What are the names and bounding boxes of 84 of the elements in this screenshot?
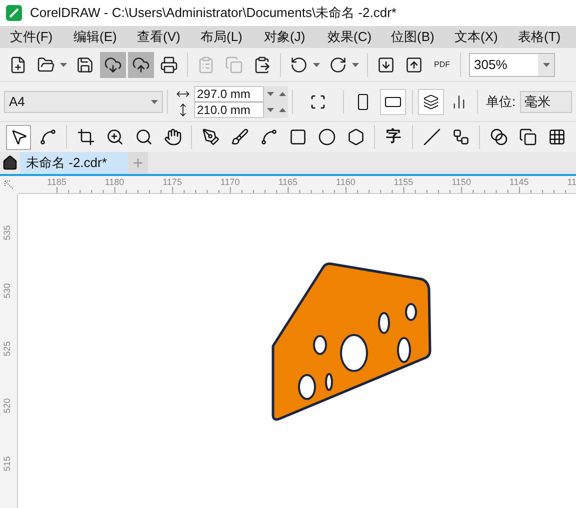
units-label: 单位: <box>486 92 516 111</box>
search-icon <box>134 128 152 146</box>
caret-icon <box>266 108 274 112</box>
dimension-field[interactable]: 210.0 mm <box>194 102 264 118</box>
menu-item[interactable]: 布局(L) <box>190 27 254 47</box>
ruler-label: 515 <box>0 456 13 472</box>
hand-icon <box>164 128 182 146</box>
curve-icon <box>38 128 56 146</box>
units-dropdown[interactable]: 毫米 <box>520 90 572 112</box>
ruler-label: 1165 <box>278 176 298 189</box>
ruler-label: 520 <box>0 398 13 414</box>
line-icon <box>422 128 440 146</box>
curve-icon <box>260 128 278 146</box>
ruler-label: 1175 <box>162 176 182 189</box>
app-logo-icon <box>6 5 22 21</box>
hexagon-icon <box>346 128 364 146</box>
blend-icon <box>490 128 508 146</box>
save-icon <box>76 56 94 74</box>
menu-item[interactable]: 文本(X) <box>444 27 508 47</box>
ruler-label: 1145 <box>509 176 529 189</box>
ruler-label: 530 <box>0 283 13 298</box>
new-document-icon <box>9 56 27 74</box>
cloud-download-button[interactable] <box>100 52 126 78</box>
caret-icon <box>60 62 67 66</box>
menu-item[interactable]: 位图(B) <box>381 27 444 47</box>
layers-icon <box>423 94 439 110</box>
arrow-down-icon <box>377 56 395 74</box>
ruler-label: 1160 <box>336 176 356 189</box>
ruler-label: 11 <box>567 176 576 189</box>
ruler-label: 1185 <box>47 176 66 189</box>
shadow-icon <box>518 128 536 146</box>
brush-icon <box>230 128 248 146</box>
ruler-origin-icon[interactable] <box>4 180 14 190</box>
pen-icon <box>202 128 220 146</box>
copy-icon <box>225 56 243 74</box>
ruler-label: 1155 <box>394 176 414 189</box>
menu-item[interactable]: 效果(C) <box>318 27 381 47</box>
caret-icon <box>151 100 158 104</box>
caret-icon <box>542 62 550 66</box>
landscape-button[interactable] <box>380 88 406 114</box>
paste-icon <box>253 56 271 74</box>
bars-icon <box>451 94 467 110</box>
caret-up-icon <box>278 92 286 96</box>
frame-icon <box>310 94 326 110</box>
folder-icon <box>37 56 55 74</box>
caret-up-icon <box>278 108 286 112</box>
dimension-field[interactable]: 297.0 mm <box>194 86 264 102</box>
ruler-label: 1170 <box>220 176 240 189</box>
arrow-up-icon <box>405 56 423 74</box>
redo-icon <box>329 56 347 74</box>
text-tool[interactable]: 字 <box>381 124 406 150</box>
ruler-label: 1180 <box>104 176 124 189</box>
all-pages-button[interactable] <box>418 88 444 114</box>
document-tab[interactable]: 未命名 -2.cdr* <box>20 152 128 174</box>
grid-icon <box>548 128 566 146</box>
window-title: CorelDRAW - C:\Users\Administrator\Documents\未命名 -2.cdr* <box>30 4 396 22</box>
menu-item[interactable]: 对象(J) <box>254 27 318 47</box>
menu-item[interactable]: 查看(V) <box>127 27 190 47</box>
ruler-label: 535 <box>0 225 13 240</box>
ruler-label: 525 <box>0 340 13 356</box>
pdf-button[interactable]: PDF <box>429 52 455 78</box>
cloud-download-icon <box>104 56 122 74</box>
zoom-combo[interactable]: 305% <box>469 52 555 76</box>
crop-icon <box>76 128 94 146</box>
connector-icon <box>452 128 470 146</box>
cloud-upload-icon <box>132 56 150 74</box>
pick-tool[interactable] <box>6 124 31 150</box>
undo-icon <box>290 56 308 74</box>
caret-icon <box>313 62 320 66</box>
rectangle-icon <box>288 128 306 146</box>
menu-item[interactable]: 表格(T) <box>508 27 572 47</box>
zoom-in-icon <box>106 128 124 146</box>
menu-item[interactable]: 文件(F) <box>0 27 64 47</box>
home-icon[interactable] <box>2 155 18 171</box>
caret-icon <box>266 92 274 96</box>
pointer-icon <box>10 128 28 146</box>
circle-icon <box>318 128 336 146</box>
menu-item[interactable]: 编辑(E) <box>64 27 127 47</box>
page-size-dropdown[interactable]: A4 <box>4 90 163 112</box>
clipboard-icon <box>197 56 215 74</box>
caret-icon <box>352 62 359 66</box>
ruler-label: 1150 <box>452 176 471 189</box>
printer-icon <box>160 56 178 74</box>
cloud-upload-button[interactable] <box>128 52 154 78</box>
